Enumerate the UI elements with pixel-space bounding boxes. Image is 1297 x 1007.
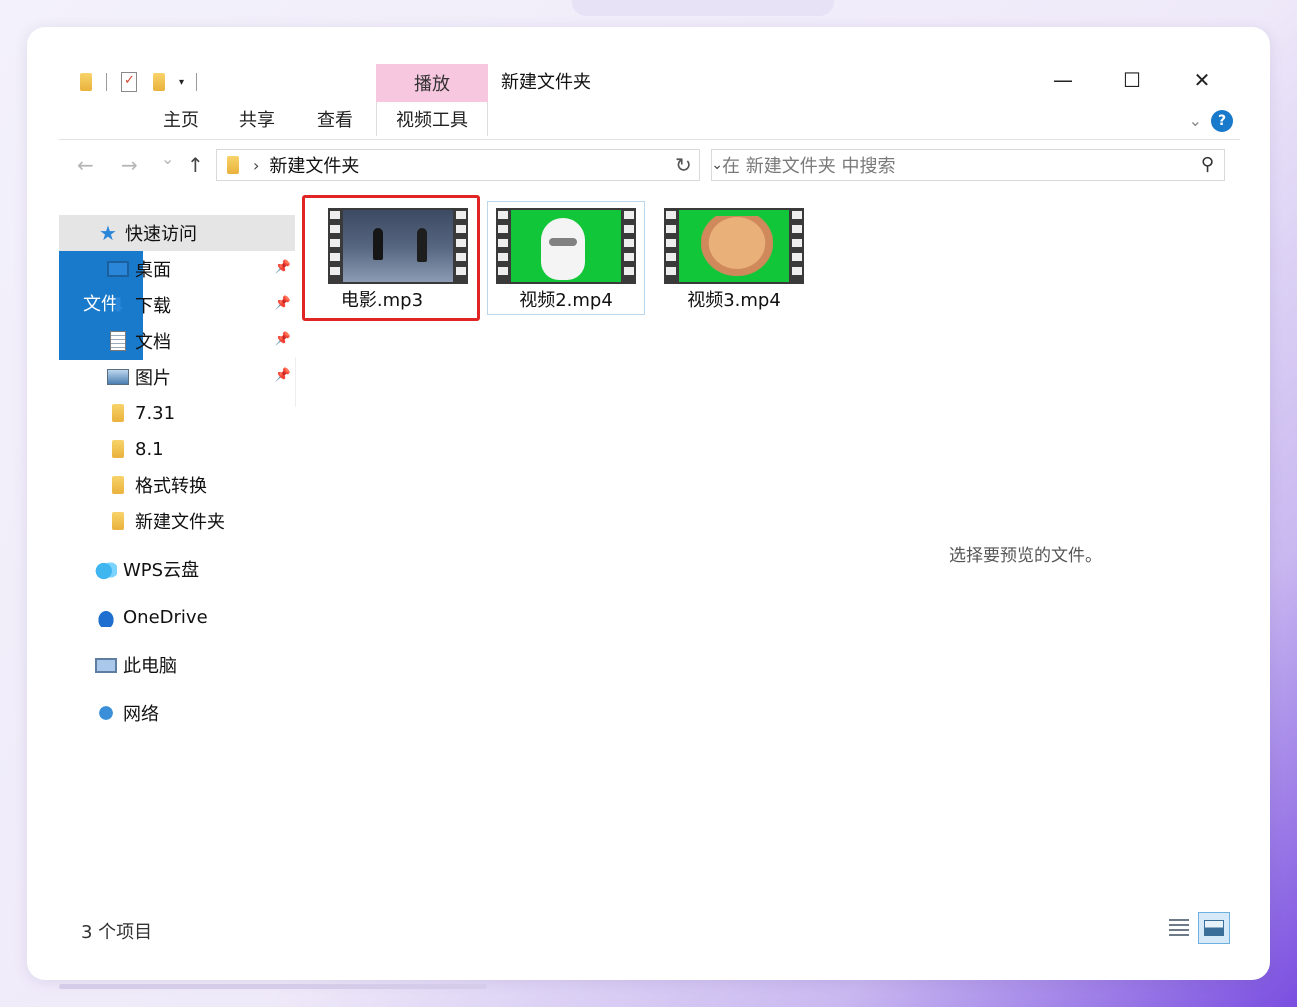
this-pc-icon (95, 657, 117, 673)
folder-icon (112, 404, 124, 422)
tab-video-tools[interactable]: 视频工具 (376, 102, 488, 136)
pin-icon[interactable]: 📌 (275, 368, 291, 383)
star-icon: ★ (99, 221, 117, 245)
sidebar-item-label: 7.31 (135, 402, 176, 424)
sidebar-item-label: 此电脑 (123, 656, 177, 677)
address-bar[interactable]: › 新建文件夹 ⌄ (216, 149, 723, 181)
sidebar-item-label: 新建文件夹 (135, 512, 225, 533)
maximize-button[interactable]: ☐ (1106, 65, 1158, 95)
large-icons-view-button[interactable] (1198, 912, 1230, 944)
sidebar-item-network[interactable]: 网络 (59, 695, 295, 731)
video-thumbnail (664, 208, 804, 284)
sidebar-item-pictures[interactable]: 图片 📌 (59, 359, 295, 395)
folder-icon (112, 440, 124, 458)
forward-button[interactable]: → (121, 153, 138, 177)
wps-cloud-icon (95, 559, 117, 579)
sidebar-item-folder-731[interactable]: 7.31 (59, 395, 295, 431)
sidebar-item-format-convert[interactable]: 格式转换 (59, 467, 295, 503)
highlight-box (302, 195, 480, 321)
folder-icon (227, 156, 239, 174)
close-button[interactable]: ✕ (1176, 65, 1228, 95)
pictures-icon (107, 369, 129, 385)
sidebar-item-wps-cloud[interactable]: WPS云盘 (59, 551, 295, 587)
context-tab-header: 播放 (376, 64, 488, 102)
horizontal-scrollbar[interactable] (59, 984, 487, 989)
sidebar-item-documents[interactable]: 文档 📌 (59, 323, 295, 359)
search-input[interactable]: 在 新建文件夹 中搜索 ⚲ (711, 149, 1225, 181)
toolbar-separator (106, 73, 107, 91)
sidebar-item-label: 网络 (123, 704, 159, 725)
customize-toolbar-dropdown-icon[interactable]: ▾ (179, 77, 184, 88)
sidebar-item-this-pc[interactable]: 此电脑 (59, 647, 295, 683)
onedrive-icon (95, 607, 117, 627)
pin-icon[interactable]: 📌 (275, 332, 291, 347)
folder-icon (112, 512, 124, 530)
sidebar-item-label: 下载 (135, 296, 171, 317)
sidebar-item-downloads[interactable]: ⬇ 下载 📌 (59, 287, 295, 323)
folder-icon (112, 476, 124, 494)
tab-view[interactable]: 查看 (309, 102, 361, 136)
up-button[interactable]: ↑ (187, 153, 204, 177)
search-placeholder: 在 新建文件夹 中搜索 (722, 156, 896, 177)
help-icon[interactable]: ? (1211, 110, 1233, 132)
preview-pane-message: 选择要预览的文件。 (949, 546, 1102, 566)
sidebar-item-folder-81[interactable]: 8.1 (59, 431, 295, 467)
file-item-video3[interactable]: 视频3.mp4 (655, 201, 813, 315)
sidebar-item-label: 快速访问 (125, 224, 197, 245)
download-icon: ⬇ (109, 293, 127, 317)
search-icon[interactable]: ⚲ (1201, 154, 1214, 175)
sidebar-item-new-folder[interactable]: 新建文件夹 (59, 503, 295, 539)
pin-icon[interactable]: 📌 (275, 260, 291, 275)
document-icon (110, 331, 126, 351)
breadcrumb-current[interactable]: 新建文件夹 (269, 152, 359, 178)
breadcrumb-chevron-icon[interactable]: › (253, 156, 259, 175)
navigation-pane: ★ 快速访问 桌面 📌 ⬇ 下载 📌 文档 📌 图片 📌 7.31 8.1 格式… (59, 215, 295, 731)
sidebar-item-quick-access[interactable]: ★ 快速访问 (59, 215, 295, 251)
folder-icon (80, 73, 92, 91)
pane-divider[interactable] (295, 357, 296, 407)
sidebar-item-label: 格式转换 (135, 476, 207, 497)
video-thumbnail (496, 208, 636, 284)
file-explorer-window: ▾ 播放 新建文件夹 — ☐ ✕ 文件 主页 共享 查看 视频工具 ⌄ ? ← … (59, 57, 1240, 961)
network-icon (95, 703, 117, 723)
sidebar-item-desktop[interactable]: 桌面 📌 (59, 251, 295, 287)
sidebar-item-onedrive[interactable]: OneDrive (59, 599, 295, 635)
ribbon-divider (59, 139, 1240, 140)
ribbon-tabs: 文件 主页 共享 查看 视频工具 (59, 102, 1240, 360)
file-item-video2[interactable]: 视频2.mp4 (487, 201, 645, 315)
large-icons-icon (1204, 920, 1224, 936)
recent-locations-icon[interactable]: ⌄ (161, 149, 174, 168)
file-name: 视频2.mp4 (519, 290, 613, 311)
sidebar-item-label: 图片 (135, 368, 171, 389)
sidebar-item-label: OneDrive (123, 606, 208, 628)
sidebar-item-label: WPS云盘 (123, 560, 200, 581)
minimize-button[interactable]: — (1037, 65, 1089, 95)
properties-icon[interactable] (121, 72, 137, 92)
sidebar-item-label: 文档 (135, 332, 171, 353)
quick-access-toolbar: ▾ (72, 69, 203, 95)
tab-share[interactable]: 共享 (231, 102, 283, 136)
toolbar-separator (196, 73, 198, 91)
refresh-button[interactable]: ↻ (675, 153, 692, 177)
sidebar-item-label: 8.1 (135, 438, 164, 460)
tab-home[interactable]: 主页 (155, 102, 207, 136)
pin-icon[interactable]: 📌 (275, 296, 291, 311)
window-title: 新建文件夹 (501, 72, 591, 93)
status-item-count: 3 个项目 (81, 922, 153, 943)
file-name: 视频3.mp4 (687, 290, 781, 311)
expand-ribbon-icon[interactable]: ⌄ (1189, 111, 1202, 130)
sidebar-item-label: 桌面 (135, 260, 171, 281)
new-folder-icon[interactable] (153, 73, 165, 91)
background-tab (572, 0, 834, 16)
desktop-icon (107, 261, 129, 277)
details-view-icon[interactable] (1168, 918, 1190, 938)
back-button[interactable]: ← (77, 153, 94, 177)
